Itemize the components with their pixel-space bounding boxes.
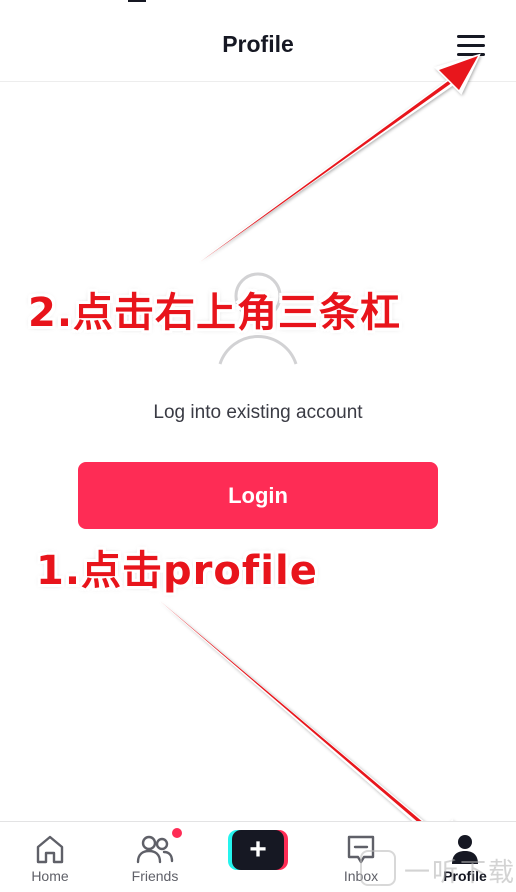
home-icon [36, 835, 64, 864]
tab-profile[interactable]: Profile [420, 822, 510, 892]
arrow-to-profile-tab [158, 600, 471, 861]
tab-inbox-label: Inbox [343, 868, 379, 884]
plus-icon: + [232, 830, 284, 870]
hamburger-menu-icon [457, 35, 485, 56]
person-icon [452, 835, 478, 864]
annotation-arrows [158, 53, 481, 861]
create-post-button[interactable]: + [228, 830, 288, 870]
menu-button[interactable] [452, 30, 490, 62]
friends-notification-badge [172, 828, 182, 838]
tab-home-label: Home [31, 868, 69, 884]
friends-icon [136, 835, 174, 864]
annotation-step-1: 1.点击profile [36, 548, 318, 594]
tab-home[interactable]: Home [5, 822, 95, 892]
inbox-icon [347, 835, 375, 864]
page-title: Profile [222, 31, 294, 57]
annotation-step-2: 2.点击右上角三条杠 [28, 290, 402, 336]
top-nav-bar: Profile [0, 0, 516, 82]
login-button[interactable]: Login [78, 462, 438, 529]
tab-friends[interactable]: Friends [110, 822, 200, 892]
tab-inbox[interactable]: Inbox [316, 822, 406, 892]
tab-profile-label: Profile [443, 868, 487, 884]
login-caption: Log into existing account [153, 402, 363, 423]
tab-friends-label: Friends [131, 868, 179, 884]
arrow-to-menu [198, 53, 481, 262]
bottom-tab-bar: Home Friends + Inbox Profile [0, 821, 516, 891]
